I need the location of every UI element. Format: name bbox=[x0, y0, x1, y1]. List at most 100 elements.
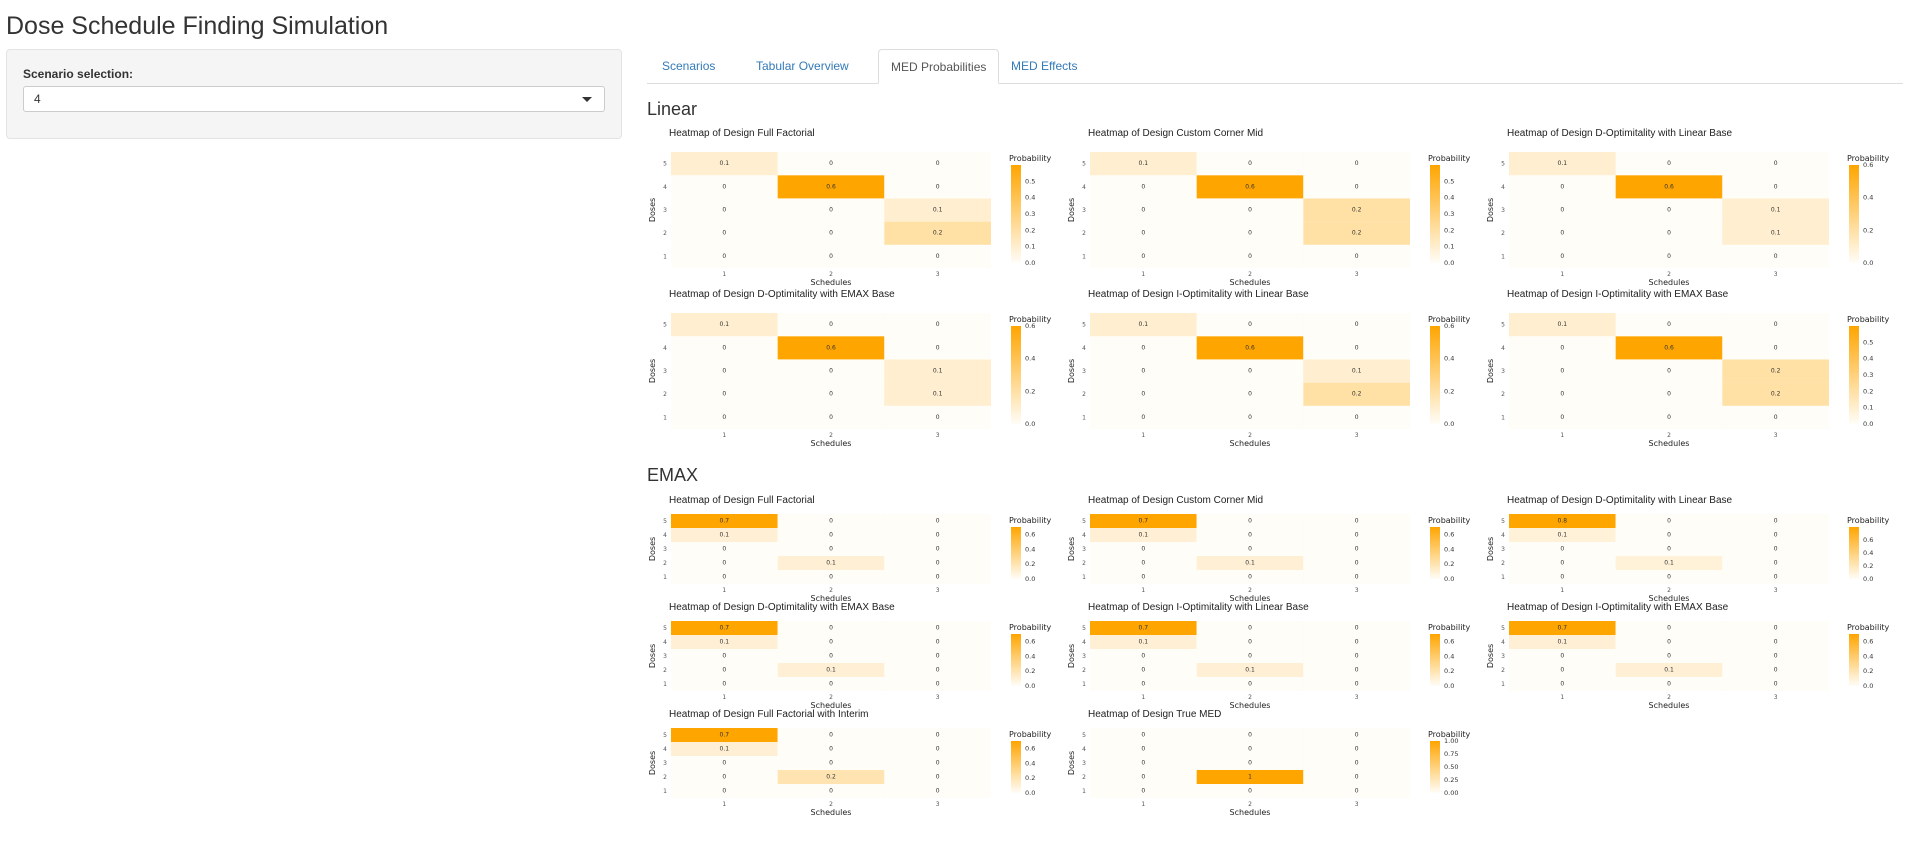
cell-value-label: 0.6 bbox=[1664, 183, 1674, 190]
legend-title: Probability bbox=[1847, 623, 1890, 632]
cell-value-label: 0 bbox=[1248, 681, 1252, 688]
legend-title: Probability bbox=[1009, 154, 1052, 163]
legend-colorbar bbox=[1011, 741, 1021, 793]
legend-tick-label: 0.4 bbox=[1444, 545, 1454, 553]
scenario-select-value: 4 bbox=[34, 92, 41, 106]
x-tick-label: 2 bbox=[1248, 271, 1252, 278]
cell-value-label: 0 bbox=[936, 639, 940, 646]
x-tick-label: 1 bbox=[1141, 587, 1145, 594]
tab-med-effects[interactable]: MED Effects bbox=[999, 49, 1089, 83]
y-tick-label: 4 bbox=[1501, 532, 1505, 539]
x-tick-label: 2 bbox=[1667, 432, 1671, 439]
cell-value-label: 0 bbox=[1355, 518, 1359, 525]
x-axis-label: Schedules bbox=[1230, 808, 1271, 817]
heatmap-svg: 0 0 00 1 00 0 00 0 00 0 0123451 2 3SchedulesDosesPro… bbox=[1067, 728, 1471, 817]
heatmap-svg: 0 0 0 0 0.2 0 0 0 0 0.1 0 0 0.7 0 0 1 2 3 4 5 1 2 3 Schedules Do… bbox=[648, 728, 1052, 817]
legend-tick-label: 0.2 bbox=[1444, 387, 1454, 395]
heatmap-plot: Heatmap of Design I-Optimitality with EM… bbox=[1485, 602, 1895, 710]
cell-value-label: 0 bbox=[829, 518, 833, 525]
y-tick-label: 4 bbox=[1082, 184, 1086, 191]
cell-value-label: 0 bbox=[1774, 560, 1778, 567]
cell-value-label: 0 bbox=[1248, 546, 1252, 553]
cell-value-label: 0.1 bbox=[720, 160, 730, 167]
cell-value-label: 0 bbox=[1560, 253, 1564, 260]
cell-value-label: 0 bbox=[1141, 230, 1145, 237]
x-axis-label: Schedules bbox=[1230, 278, 1271, 287]
heatmap-plot: Heatmap of Design D-Optimitality with Li… bbox=[1485, 495, 1895, 603]
heatmap-svg: 0 0 0 0 0 0.2 0 0 0.1 0 0.6 0 0.1 0 0 1 2 3 4 5 1 2 3 Schedules… bbox=[1067, 313, 1471, 448]
cell-value-label: 0.6 bbox=[826, 344, 836, 351]
legend-tick-label: 0.4 bbox=[1025, 194, 1035, 202]
cell-value-label: 0 bbox=[722, 574, 726, 581]
y-axis-label: Doses bbox=[648, 644, 657, 668]
y-tick-label: 1 bbox=[1082, 681, 1086, 688]
legend-tick-label: 0.4 bbox=[1444, 652, 1454, 660]
cell-value-label: 0 bbox=[1248, 639, 1252, 646]
y-tick-label: 1 bbox=[1082, 414, 1086, 421]
heatmap-plot: Heatmap of Design True MED 0 0 0 0 1 0 0 0 0 0 0 0 0 0… bbox=[1066, 709, 1476, 817]
cell-value-label: 0 bbox=[1141, 788, 1145, 795]
heatmap-svg: 0 0 0 0 0 0.2 0 0 0.2 0 0.6 0 0.1 0 0 1 2 3 4 5 1 2 3 Schedules… bbox=[1067, 152, 1471, 287]
scenario-select[interactable]: 4 bbox=[23, 86, 605, 112]
x-tick-label: 1 bbox=[1560, 694, 1564, 701]
x-tick-label: 2 bbox=[1248, 587, 1252, 594]
legend-tick-label: 0.0 bbox=[1025, 682, 1035, 690]
cell-value-label: 0.1 bbox=[933, 391, 943, 398]
x-tick-label: 3 bbox=[1355, 271, 1359, 278]
y-tick-label: 3 bbox=[1501, 546, 1505, 553]
cell-value-label: 0 bbox=[1774, 253, 1778, 260]
y-tick-label: 3 bbox=[663, 368, 667, 375]
x-axis-label: Schedules bbox=[811, 439, 852, 448]
cell-value-label: 0 bbox=[1560, 681, 1564, 688]
legend-tick-label: 0.0 bbox=[1025, 789, 1035, 797]
cell-value-label: 0 bbox=[1248, 253, 1252, 260]
cell-value-label: 0 bbox=[1667, 160, 1671, 167]
cell-value-label: 0 bbox=[936, 681, 940, 688]
cell-value-label: 0 bbox=[1355, 532, 1359, 539]
cell-value-label: 0 bbox=[1248, 746, 1252, 753]
legend-tick-label: 0.0 bbox=[1863, 575, 1873, 583]
heatmap-plot: Heatmap of Design Custom Corner Mid 0 0 0 0 0… bbox=[1066, 495, 1476, 603]
cell-value-label: 0 bbox=[936, 321, 940, 328]
cell-value-label: 0 bbox=[1248, 518, 1252, 525]
cell-value-label: 0 bbox=[1560, 574, 1564, 581]
y-axis-label: Doses bbox=[1067, 644, 1076, 668]
y-tick-label: 1 bbox=[1082, 788, 1086, 795]
x-tick-label: 3 bbox=[1355, 432, 1359, 439]
legend-tick-label: 0.6 bbox=[1863, 161, 1873, 169]
cell-value-label: 0 bbox=[1355, 344, 1359, 351]
heatmap-plot: Heatmap of Design Full Factorial 0 0 0 0 0 0.2… bbox=[647, 128, 1057, 287]
tab-scenarios[interactable]: Scenarios bbox=[650, 49, 727, 83]
legend-tick-label: 0.2 bbox=[1444, 226, 1454, 234]
x-tick-label: 3 bbox=[936, 587, 940, 594]
cell-value-label: 0.1 bbox=[720, 532, 730, 539]
cell-value-label: 0 bbox=[829, 368, 833, 375]
cell-value-label: 0 bbox=[1248, 160, 1252, 167]
y-tick-label: 4 bbox=[663, 746, 667, 753]
legend-tick-label: 0.0 bbox=[1863, 682, 1873, 690]
cell-value-label: 0 bbox=[936, 574, 940, 581]
legend-tick-label: 0.75 bbox=[1444, 750, 1458, 758]
legend-title: Probability bbox=[1847, 516, 1890, 525]
cell-value-label: 0 bbox=[1248, 732, 1252, 739]
tab-tabular-overview[interactable]: Tabular Overview bbox=[744, 49, 861, 83]
cell-value-label: 0 bbox=[1141, 368, 1145, 375]
cell-value-label: 0.7 bbox=[720, 732, 730, 739]
cell-value-label: 0 bbox=[722, 253, 726, 260]
legend-tick-label: 0.2 bbox=[1863, 667, 1873, 675]
legend-tick-label: 0.4 bbox=[1025, 355, 1035, 363]
y-tick-label: 3 bbox=[1082, 546, 1086, 553]
cell-value-label: 0 bbox=[1560, 653, 1564, 660]
chevron-down-icon[interactable] bbox=[582, 97, 592, 102]
x-tick-label: 1 bbox=[1141, 694, 1145, 701]
cell-value-label: 0 bbox=[722, 414, 726, 421]
cell-value-label: 0 bbox=[722, 183, 726, 190]
cell-value-label: 0 bbox=[829, 653, 833, 660]
cell-value-label: 0 bbox=[1355, 160, 1359, 167]
legend-tick-label: 0.0 bbox=[1863, 420, 1873, 428]
y-tick-label: 5 bbox=[1501, 518, 1505, 525]
y-tick-label: 1 bbox=[663, 253, 667, 260]
cell-value-label: 0.1 bbox=[1139, 321, 1149, 328]
legend-tick-label: 0.2 bbox=[1863, 562, 1873, 570]
tab-med-probabilities[interactable]: MED Probabilities bbox=[878, 49, 1000, 84]
